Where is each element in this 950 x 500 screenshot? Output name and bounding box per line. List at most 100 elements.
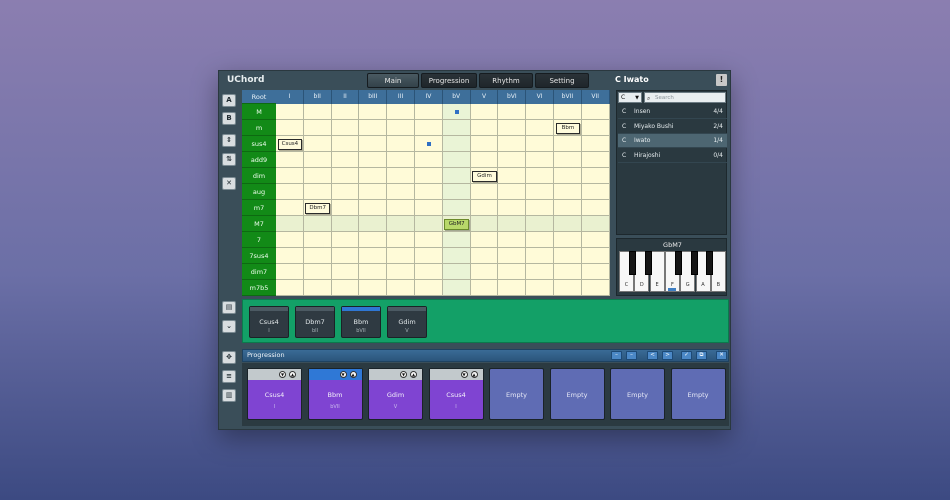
grid-cell[interactable] <box>470 184 499 200</box>
grid-cell[interactable] <box>581 216 610 232</box>
grid-cell[interactable] <box>470 136 499 152</box>
grid-cell[interactable] <box>276 168 304 184</box>
grid-cell[interactable] <box>498 120 527 136</box>
grid-cell[interactable] <box>415 168 443 184</box>
grid-cell[interactable] <box>331 184 360 200</box>
chevron-down-icon[interactable]: ▼ <box>400 371 407 378</box>
grid-cell[interactable] <box>303 168 332 184</box>
tab-setting[interactable]: Setting <box>535 73 589 88</box>
close-button[interactable]: ✕ <box>716 351 727 360</box>
column-header[interactable]: V <box>470 90 499 104</box>
sort-icon[interactable]: ⇅ <box>222 153 236 166</box>
grid-cell[interactable] <box>359 216 388 232</box>
row-header[interactable]: m7b5 <box>242 280 276 296</box>
chevron-up-icon[interactable]: ▲ <box>410 371 417 378</box>
grid-chord-chip[interactable]: Dbm7 <box>305 202 331 214</box>
grid-cell[interactable] <box>442 264 471 280</box>
piano-black-key[interactable] <box>675 251 683 275</box>
grid-cell[interactable] <box>331 120 360 136</box>
grid-cell[interactable] <box>415 120 443 136</box>
piano-white-key[interactable]: B <box>710 251 726 292</box>
grid-cell[interactable] <box>303 232 332 248</box>
grid-cell[interactable] <box>526 152 554 168</box>
grid-cell[interactable] <box>554 216 582 232</box>
strip-chord-chip[interactable]: Gdim V <box>387 306 427 338</box>
grid-cell[interactable] <box>470 216 499 232</box>
strip-chord-chip[interactable]: Csus4 I <box>249 306 289 338</box>
chevron-up-icon[interactable]: ▲ <box>289 371 296 378</box>
grid-cell[interactable] <box>442 120 471 136</box>
grid-cell[interactable] <box>331 216 360 232</box>
piano-black-key[interactable] <box>644 251 652 275</box>
column-header[interactable]: bII <box>303 90 332 104</box>
list-icon[interactable]: ≡ <box>222 370 236 383</box>
chevron-down-icon[interactable]: ⌄ <box>222 320 236 333</box>
grid-cell[interactable] <box>331 280 360 296</box>
progression-slot[interactable]: ▼ ▲ Csus4 I <box>428 368 484 420</box>
strip-chord-chip[interactable]: Bbm bVII <box>341 306 381 338</box>
grid-cell[interactable] <box>581 120 610 136</box>
scale-list-item[interactable]: C Insen 4/4 <box>618 105 727 119</box>
grid-cell[interactable] <box>359 200 388 216</box>
grid-cell[interactable] <box>415 152 443 168</box>
row-header[interactable]: dim7 <box>242 264 276 280</box>
grid-cell[interactable] <box>581 104 610 120</box>
piano-icon[interactable]: ▥ <box>222 389 236 402</box>
grid-chord-chip[interactable]: GbM7 <box>444 218 470 230</box>
chevron-down-icon[interactable]: ▼ <box>339 371 347 378</box>
row-header[interactable]: 7sus4 <box>242 248 276 264</box>
grid-cell[interactable] <box>387 184 415 200</box>
grid-cell[interactable] <box>442 232 471 248</box>
search-input[interactable]: ⌕ Search <box>644 92 726 103</box>
progression-slot[interactable]: ▼ ▲ Bbm bVII <box>307 368 363 420</box>
grid-cell[interactable] <box>303 120 332 136</box>
scale-list-item[interactable]: C Iwato 1/4 <box>618 134 727 148</box>
minus-button-2[interactable]: – <box>626 351 637 360</box>
grid-cell[interactable] <box>303 136 332 152</box>
grid-cell[interactable] <box>387 104 415 120</box>
scale-list-item[interactable]: C Hirajoshi 0/4 <box>618 149 727 163</box>
row-header[interactable]: m7 <box>242 200 276 216</box>
row-header[interactable]: m <box>242 120 276 136</box>
grid-cell[interactable] <box>470 200 499 216</box>
grid-cell[interactable] <box>554 264 582 280</box>
grid-cell[interactable] <box>387 280 415 296</box>
prev-button[interactable]: < <box>647 351 658 360</box>
piano-white-key[interactable]: E <box>649 251 665 292</box>
grid-cell[interactable] <box>526 232 554 248</box>
grid-cell[interactable] <box>387 152 415 168</box>
chevron-up-icon[interactable]: ▲ <box>470 371 478 378</box>
grid-cell[interactable] <box>498 280 527 296</box>
grid-cell[interactable] <box>442 200 471 216</box>
grid-cell[interactable] <box>415 280 443 296</box>
strip-chord-chip[interactable]: Dbm7 bII <box>295 306 335 338</box>
chevron-up-icon[interactable]: ▲ <box>349 371 357 378</box>
chart-icon[interactable]: ▤ <box>222 301 236 314</box>
progression-slot[interactable]: ▼ ▲ Gdim V <box>368 368 423 420</box>
grid-cell[interactable] <box>276 120 304 136</box>
grid-cell[interactable] <box>303 152 332 168</box>
view-b-button[interactable]: B <box>222 112 236 125</box>
grid-cell[interactable] <box>442 184 471 200</box>
progression-slot[interactable]: Empty <box>489 368 544 420</box>
minus-button[interactable]: – <box>611 351 622 360</box>
grid-cell[interactable] <box>526 280 554 296</box>
grid-cell[interactable] <box>498 136 527 152</box>
grid-cell[interactable] <box>387 232 415 248</box>
column-header[interactable]: II <box>331 90 360 104</box>
grid-cell[interactable] <box>359 168 388 184</box>
grid-cell[interactable] <box>470 120 499 136</box>
grid-cell[interactable] <box>415 200 443 216</box>
grid-cell[interactable] <box>415 184 443 200</box>
grid-cell[interactable] <box>554 184 582 200</box>
tab-rhythm[interactable]: Rhythm <box>479 73 533 88</box>
grid-cell[interactable] <box>554 136 582 152</box>
grid-cell[interactable] <box>526 136 554 152</box>
chevron-down-icon[interactable]: ▼ <box>460 371 468 378</box>
grid-cell[interactable] <box>526 104 554 120</box>
grid-cell[interactable] <box>276 184 304 200</box>
delete-icon[interactable]: ✕ <box>222 177 236 190</box>
row-header[interactable]: add9 <box>242 152 276 168</box>
grid-cell[interactable] <box>442 168 471 184</box>
column-header[interactable]: bVII <box>554 90 582 104</box>
